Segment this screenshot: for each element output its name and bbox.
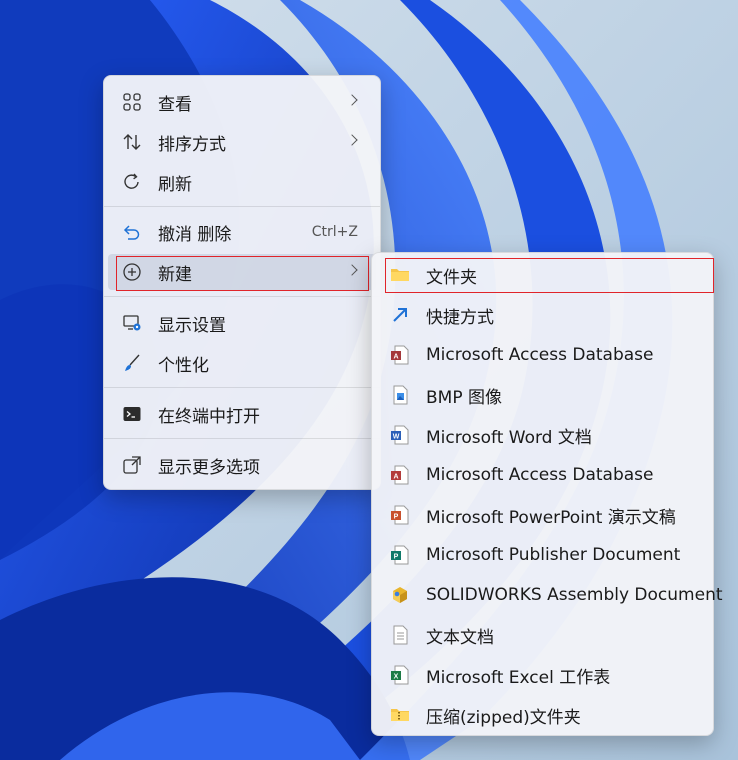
menu-separator (104, 438, 380, 439)
submenu-item-shortcut[interactable]: 快捷方式 (376, 297, 709, 333)
svg-text:A: A (393, 354, 398, 361)
access-file-icon: A (390, 465, 410, 485)
submenu-item-label: Microsoft Excel 工作表 (426, 667, 611, 688)
submenu-item-access-database[interactable]: A Microsoft Access Database (376, 337, 709, 373)
shortcut-label: Ctrl+Z (311, 224, 358, 240)
submenu-item-solidworks-assembly[interactable]: SOLIDWORKS Assembly Document (376, 577, 723, 613)
submenu-item-label: BMP 图像 (426, 387, 502, 408)
menu-item-sort-by[interactable]: 排序方式 (108, 124, 376, 160)
highlight-box-folder (385, 258, 714, 293)
expand-icon (122, 455, 142, 475)
display-settings-icon (122, 313, 142, 333)
submenu-item-label: Microsoft Access Database (426, 345, 654, 365)
svg-text:A: A (393, 474, 398, 481)
highlight-box-new (116, 256, 369, 291)
powerpoint-file-icon: P (390, 505, 410, 525)
word-file-icon: W (390, 425, 410, 445)
submenu-item-powerpoint-presentation[interactable]: P Microsoft PowerPoint 演示文稿 (376, 497, 709, 533)
refresh-icon (122, 172, 142, 192)
grid-view-icon (122, 92, 142, 112)
undo-icon (122, 222, 142, 242)
submenu-item-publisher-document[interactable]: P Microsoft Publisher Document (376, 537, 709, 573)
chevron-right-icon (346, 134, 358, 146)
svg-text:X: X (394, 674, 399, 681)
menu-item-label: 在终端中打开 (158, 406, 260, 427)
submenu-item-zip-folder[interactable]: 压缩(zipped)文件夹 (376, 697, 709, 733)
menu-item-display-settings[interactable]: 显示设置 (108, 305, 376, 341)
menu-separator (104, 206, 380, 207)
new-submenu: 文件夹 快捷方式 A Microsoft Access Database BMP… (371, 252, 723, 736)
menu-item-label: 排序方式 (158, 134, 226, 155)
text-file-icon (390, 625, 410, 645)
menu-item-label: 显示更多选项 (158, 457, 260, 478)
svg-text:P: P (394, 514, 399, 521)
bmp-image-icon (390, 385, 410, 405)
submenu-item-label: 文本文档 (426, 627, 494, 648)
menu-item-label: 个性化 (158, 355, 209, 376)
chevron-right-icon (346, 94, 358, 106)
submenu-item-label: 压缩(zipped)文件夹 (426, 707, 581, 728)
menu-item-label: 撤消 删除 (158, 224, 232, 245)
menu-item-open-in-terminal[interactable]: 在终端中打开 (108, 396, 376, 432)
submenu-item-label: SOLIDWORKS Assembly Document (426, 585, 723, 605)
svg-text:W: W (393, 434, 400, 441)
menu-separator (104, 387, 380, 388)
menu-item-view[interactable]: 查看 (108, 84, 376, 120)
menu-item-undo-delete[interactable]: 撤消 删除 Ctrl+Z (108, 214, 376, 250)
access-file-icon: A (390, 345, 410, 365)
submenu-item-label: Microsoft Access Database (426, 465, 654, 485)
submenu-item-word-document[interactable]: W Microsoft Word 文档 (376, 417, 709, 453)
submenu-item-label: 快捷方式 (426, 307, 494, 328)
excel-file-icon: X (390, 665, 410, 685)
publisher-file-icon: P (390, 545, 410, 565)
submenu-item-label: Microsoft Publisher Document (426, 545, 681, 565)
menu-item-personalize[interactable]: 个性化 (108, 345, 376, 381)
brush-icon (122, 353, 142, 373)
submenu-item-excel-worksheet[interactable]: X Microsoft Excel 工作表 (376, 657, 709, 693)
menu-item-show-more-options[interactable]: 显示更多选项 (108, 447, 376, 483)
zip-folder-icon (390, 705, 410, 725)
menu-separator (104, 296, 380, 297)
svg-text:P: P (394, 554, 399, 561)
menu-item-label: 刷新 (158, 174, 192, 195)
solidworks-assembly-icon (390, 585, 410, 605)
submenu-item-access-database-2[interactable]: A Microsoft Access Database (376, 457, 709, 493)
terminal-icon (122, 404, 142, 424)
submenu-item-label: Microsoft Word 文档 (426, 427, 592, 448)
shortcut-arrow-icon (390, 305, 410, 325)
sort-arrows-icon (122, 132, 142, 152)
menu-item-refresh[interactable]: 刷新 (108, 164, 376, 200)
submenu-item-label: Microsoft PowerPoint 演示文稿 (426, 507, 676, 528)
submenu-item-bmp-image[interactable]: BMP 图像 (376, 377, 709, 413)
menu-item-label: 查看 (158, 94, 192, 115)
submenu-item-text-document[interactable]: 文本文档 (376, 617, 709, 653)
menu-item-label: 显示设置 (158, 315, 226, 336)
